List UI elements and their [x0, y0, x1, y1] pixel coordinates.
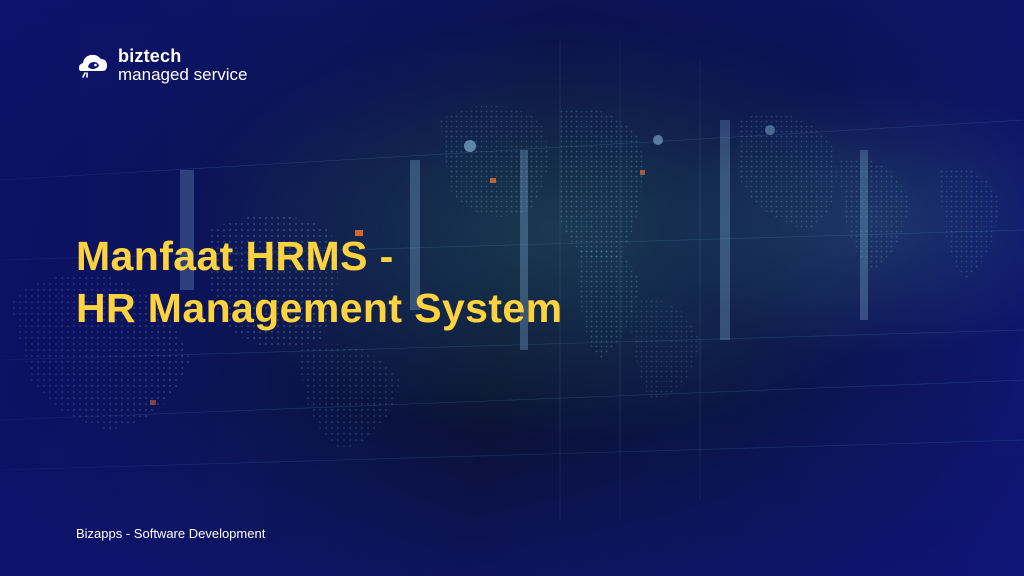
footer-caption: Bizapps - Software Development	[76, 526, 266, 541]
hero-banner: biztech managed service Manfaat HRMS - H…	[0, 0, 1024, 576]
brand-logo: biztech managed service	[77, 47, 247, 83]
logo-subtitle: managed service	[118, 65, 248, 84]
logo-text: biztech managed service	[118, 47, 247, 83]
headline-line-1: Manfaat HRMS -	[76, 233, 394, 279]
headline: Manfaat HRMS - HR Management System	[76, 230, 562, 334]
cloud-bird-icon	[79, 54, 107, 78]
logo-name: biztech	[118, 46, 182, 66]
headline-line-2: HR Management System	[76, 285, 563, 331]
